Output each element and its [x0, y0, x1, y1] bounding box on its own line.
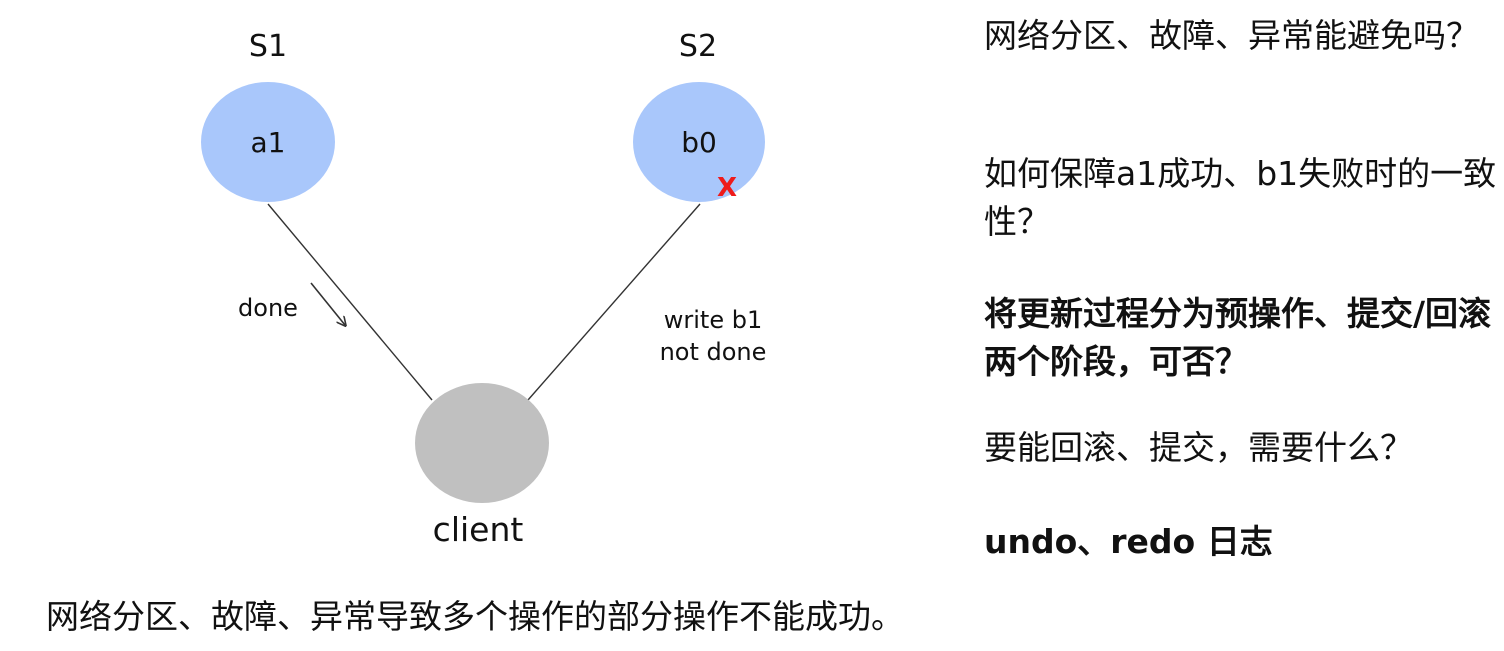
- client-label: client: [433, 510, 524, 549]
- note-undo-redo: undo、redo 日志: [984, 522, 1273, 561]
- server-s1-label: S1: [249, 29, 287, 64]
- edge-s2-label-line1: write b1: [664, 306, 762, 334]
- server-s1-value: a1: [251, 126, 286, 159]
- edge-s1-label: done: [238, 294, 298, 322]
- server-s2-value: b0: [681, 126, 717, 159]
- note-avoid-partition: 网络分区、故障、异常能避免吗？: [984, 16, 1479, 55]
- server-s2-label: S2: [679, 29, 717, 64]
- note-consistency: 如何保障a1成功、b1失败时的一致性？: [984, 154, 1497, 241]
- diagram: S1 a1 S2 b0 X client done write b1 not d…: [201, 29, 767, 549]
- caption: 网络分区、故障、异常导致多个操作的部分操作不能成功。: [46, 597, 904, 636]
- client-node: [415, 383, 549, 503]
- note-rollback-needs: 要能回滚、提交，需要什么？: [984, 428, 1413, 467]
- note-two-phase: 将更新过程分为预操作、提交/回滚两个阶段，可否？: [984, 294, 1492, 381]
- edge-s2-label-line2: not done: [660, 338, 767, 366]
- failure-mark-icon: X: [717, 173, 737, 203]
- edge-s2-client: [527, 203, 701, 401]
